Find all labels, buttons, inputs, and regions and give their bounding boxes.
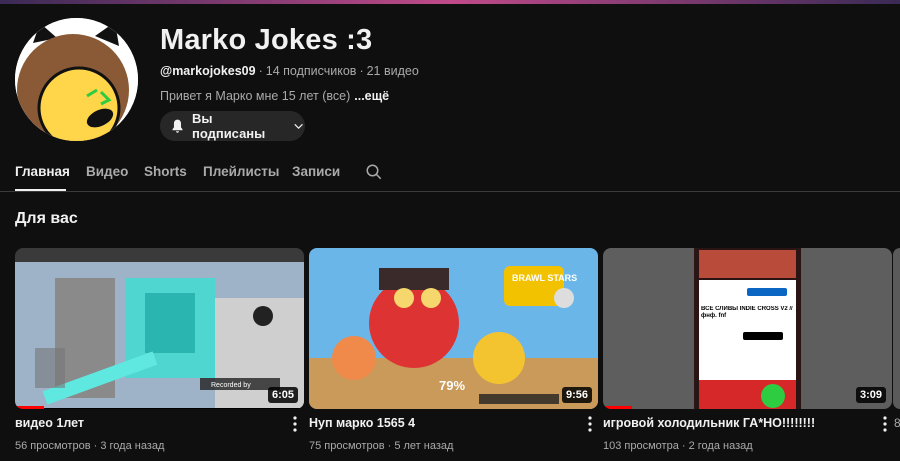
video-count: 21 видео: [366, 64, 419, 78]
watch-progress: [603, 406, 632, 409]
video-duration: 6:05: [267, 387, 298, 403]
video-thumbnail[interactable]: Recorded by 6:05: [15, 248, 304, 409]
tab-videos[interactable]: Видео: [86, 164, 128, 179]
avatar-drawing: [15, 18, 138, 141]
video-meta: 56 просмотров · 3 года назад: [15, 440, 165, 452]
description-text: Привет я Марко мне 15 лет (все): [160, 89, 351, 103]
video-duration: 9:56: [561, 387, 592, 403]
bell-icon: [172, 119, 183, 133]
channel-tabs: Главная Видео Shorts Плейлисты Записи: [0, 155, 900, 192]
chevron-down-icon: [294, 123, 303, 130]
video-duration: 3:09: [855, 387, 886, 403]
video-thumbnail[interactable]: ВСЕ СЛИВЫ INDIE CROSS V2 // фнф. fnf 3:0…: [603, 248, 892, 409]
next-video-meta-partial: 8: [894, 416, 900, 430]
brawl-stars-thumbnail-art: BRAWL STARS 79%: [309, 248, 598, 409]
video-card[interactable]: Recorded by 6:05 видео 1лет 56 просмотро…: [15, 248, 304, 452]
channel-avatar[interactable]: [15, 18, 138, 141]
thumbnail-percent: 79%: [439, 378, 465, 393]
upload-age: 2 года назад: [688, 440, 753, 452]
channel-title: Marko Jokes :3: [160, 24, 373, 56]
upload-age: 5 лет назад: [394, 440, 454, 452]
view-count: 75 просмотров: [309, 440, 385, 452]
tab-posts[interactable]: Записи: [292, 164, 340, 179]
more-actions-icon[interactable]: [883, 416, 887, 432]
active-tab-indicator: [15, 189, 66, 191]
video-title[interactable]: видео 1лет: [15, 416, 84, 430]
view-count: 56 просмотров: [15, 440, 91, 452]
view-count: 103 просмотра: [603, 440, 679, 452]
channel-description[interactable]: Привет я Марко мне 15 лет (все) ...ещё: [160, 89, 389, 103]
upload-age: 3 года назад: [100, 440, 165, 452]
video-meta: 103 просмотра · 2 года назад: [603, 440, 753, 452]
subscribed-label: Вы подписаны: [191, 111, 266, 141]
channel-banner-strip: [0, 0, 900, 4]
more-actions-icon[interactable]: [293, 416, 297, 432]
tab-playlists[interactable]: Плейлисты: [203, 164, 279, 179]
recorded-watermark: Recorded by: [211, 382, 251, 389]
more-actions-icon[interactable]: [588, 416, 592, 432]
video-title[interactable]: Нуп марко 1565 4: [309, 416, 415, 430]
video-title[interactable]: игровой холодильник ГА*НО!!!!!!!!: [603, 416, 815, 430]
more-link[interactable]: ...ещё: [354, 89, 389, 103]
video-card[interactable]: BRAWL STARS 79% 9:56 Нуп марко 1565 4 75…: [309, 248, 598, 452]
watch-progress: [15, 406, 44, 409]
minecraft-thumbnail-art: Recorded by: [15, 248, 304, 409]
search-icon[interactable]: [365, 163, 383, 181]
section-title: Для вас: [15, 210, 78, 227]
phone-recording-thumbnail-art: ВСЕ СЛИВЫ INDIE CROSS V2 // фнф. fnf: [603, 248, 892, 409]
thumbnail-video-text: ВСЕ СЛИВЫ INDIE CROSS V2 // фнф. fnf: [701, 306, 793, 319]
video-thumbnail[interactable]: BRAWL STARS 79% 9:56: [309, 248, 598, 409]
subscriber-count: 14 подписчиков: [265, 64, 357, 78]
subscribed-button[interactable]: Вы подписаны: [160, 111, 305, 141]
brawl-stars-logo-text: BRAWL STARS: [512, 273, 577, 283]
next-video-thumbnail-partial[interactable]: [893, 248, 900, 409]
tab-shorts[interactable]: Shorts: [144, 164, 187, 179]
tab-home[interactable]: Главная: [15, 164, 70, 179]
video-card[interactable]: ВСЕ СЛИВЫ INDIE CROSS V2 // фнф. fnf 3:0…: [603, 248, 892, 452]
channel-meta: @markojokes09 · 14 подписчиков · 21 видео: [160, 64, 419, 78]
video-meta: 75 просмотров · 5 лет назад: [309, 440, 454, 452]
channel-handle: @markojokes09: [160, 64, 256, 78]
